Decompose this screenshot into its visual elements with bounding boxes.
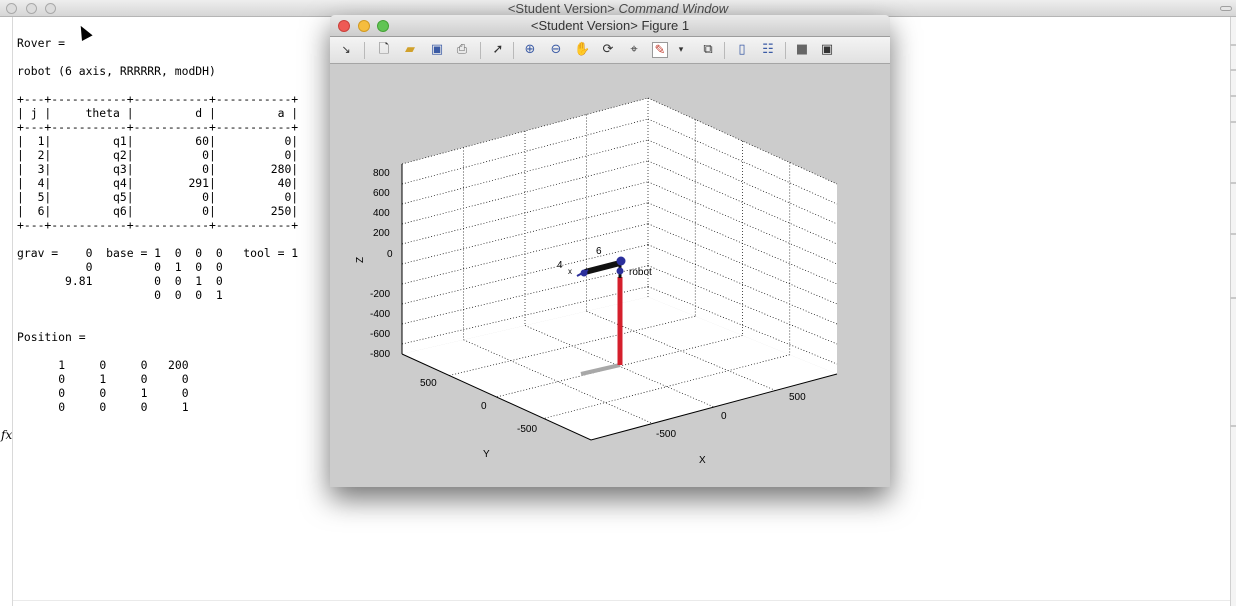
scroll-marker bbox=[1230, 95, 1236, 97]
joint-label: 6 bbox=[596, 246, 602, 257]
joint-label: 4 bbox=[557, 260, 563, 271]
colorbar-icon[interactable]: ▯ bbox=[734, 42, 750, 58]
position-matrix: 1 0 0 200 0 1 0 0 0 0 1 0 0 0 0 1 bbox=[58, 358, 189, 414]
left-gutter bbox=[12, 17, 13, 606]
x-tick: 500 bbox=[789, 392, 806, 403]
joint-label: x bbox=[568, 267, 572, 276]
save-icon[interactable]: ▣ bbox=[429, 42, 445, 58]
3d-axes[interactable]: 800 600 400 200 0 -200 0 -400 -600 -800 … bbox=[330, 64, 890, 487]
z-tick: 600 bbox=[373, 188, 390, 199]
open-file-icon[interactable]: ▰ bbox=[402, 42, 418, 58]
new-figure-icon[interactable]: 🗋 bbox=[376, 42, 392, 58]
position-label: Position = bbox=[17, 330, 86, 344]
y-axis-label: Y bbox=[483, 449, 490, 460]
zoom-in-icon[interactable]: ⊕ bbox=[522, 42, 538, 58]
rover-line: Rover = bbox=[17, 36, 72, 50]
x-tick: 0 bbox=[721, 411, 727, 422]
z-tick: -600 bbox=[370, 329, 390, 340]
toolbar-separator bbox=[724, 42, 725, 59]
toolbar-separator bbox=[785, 42, 786, 59]
figure-titlebar: <Student Version> Figure 1 bbox=[330, 15, 890, 37]
toolbar-separator bbox=[513, 42, 514, 59]
title-suffix: Command Window bbox=[618, 1, 729, 16]
rotate-3d-icon[interactable]: ⟳ bbox=[600, 42, 616, 58]
scroll-marker bbox=[1230, 297, 1236, 299]
show-plot-tools-icon[interactable]: ▣ bbox=[819, 42, 835, 58]
command-window-title: <Student Version> Command Window bbox=[0, 1, 1236, 16]
z-tick: -200 bbox=[370, 289, 390, 300]
y-tick: 500 bbox=[420, 378, 437, 389]
z-axis-label: Z bbox=[355, 257, 366, 263]
pointer-icon[interactable]: ➚ bbox=[490, 42, 506, 58]
robot-joint bbox=[616, 267, 624, 275]
link-plot-icon[interactable]: ⧉ bbox=[700, 42, 716, 58]
scroll-marker bbox=[1230, 425, 1236, 427]
chevron-down-icon[interactable]: ▾ bbox=[673, 42, 689, 58]
scroll-marker bbox=[1230, 44, 1236, 46]
toolbar-toggle-button[interactable] bbox=[1220, 6, 1232, 11]
scroll-marker bbox=[1230, 69, 1236, 71]
legend-icon[interactable]: ☷ bbox=[760, 42, 776, 58]
figure-canvas[interactable]: 800 600 400 200 0 -200 0 -400 -600 -800 … bbox=[330, 64, 890, 487]
mouse-cursor-icon bbox=[75, 23, 93, 41]
z-tick: 800 bbox=[373, 168, 390, 179]
title-prefix: <Student Version> bbox=[507, 1, 615, 16]
scroll-marker bbox=[1230, 182, 1236, 184]
y-tick: 0 bbox=[481, 401, 487, 412]
figure-toolbar: ↘ 🗋 ▰ ▣ ⎙ ➚ ⊕ ⊖ ✋ ⟳ ⌖ ✎ ▾ ⧉ ▯ ☷ ■ ▣ bbox=[330, 37, 890, 64]
robot-name-label: robot bbox=[629, 267, 652, 278]
toolbar-separator bbox=[364, 42, 365, 59]
zoom-out-icon[interactable]: ⊖ bbox=[548, 42, 564, 58]
scroll-marker bbox=[1230, 233, 1236, 235]
divider bbox=[13, 600, 1230, 601]
print-icon[interactable]: ⎙ bbox=[454, 42, 470, 58]
z-tick: 0 bbox=[387, 249, 393, 260]
grav-base-tool-output: grav = 0 base = 1 0 0 0 tool = 1 0 0 1 0… bbox=[17, 246, 299, 302]
figure-title: <Student Version> Figure 1 bbox=[530, 18, 690, 33]
robot-description: robot (6 axis, RRRRRR, modDH) bbox=[17, 64, 216, 78]
brush-icon[interactable]: ✎ bbox=[652, 42, 668, 58]
dh-parameter-table: +---+-----------+-----------+-----------… bbox=[17, 92, 299, 232]
z-tick: -400 bbox=[370, 309, 390, 320]
dock-arrow-icon[interactable]: ↘ bbox=[338, 42, 354, 58]
y-tick: -500 bbox=[517, 424, 537, 435]
vertical-scrollbar[interactable] bbox=[1230, 17, 1236, 606]
toolbar-separator bbox=[480, 42, 481, 59]
z-tick: 200 bbox=[373, 228, 390, 239]
hide-plot-tools-icon[interactable]: ■ bbox=[794, 42, 810, 58]
x-axis-label: X bbox=[699, 455, 706, 466]
function-browser-icon[interactable]: fx bbox=[1, 428, 12, 442]
scroll-marker bbox=[1230, 121, 1236, 123]
z-tick: 400 bbox=[373, 208, 390, 219]
data-cursor-icon[interactable]: ⌖ bbox=[626, 42, 642, 58]
figure-window[interactable]: <Student Version> Figure 1 ↘ 🗋 ▰ ▣ ⎙ ➚ ⊕… bbox=[330, 15, 890, 487]
pan-hand-icon[interactable]: ✋ bbox=[574, 42, 590, 58]
robot-joint bbox=[616, 256, 626, 266]
x-tick: -500 bbox=[656, 429, 676, 440]
z-tick: -800 bbox=[370, 349, 390, 360]
